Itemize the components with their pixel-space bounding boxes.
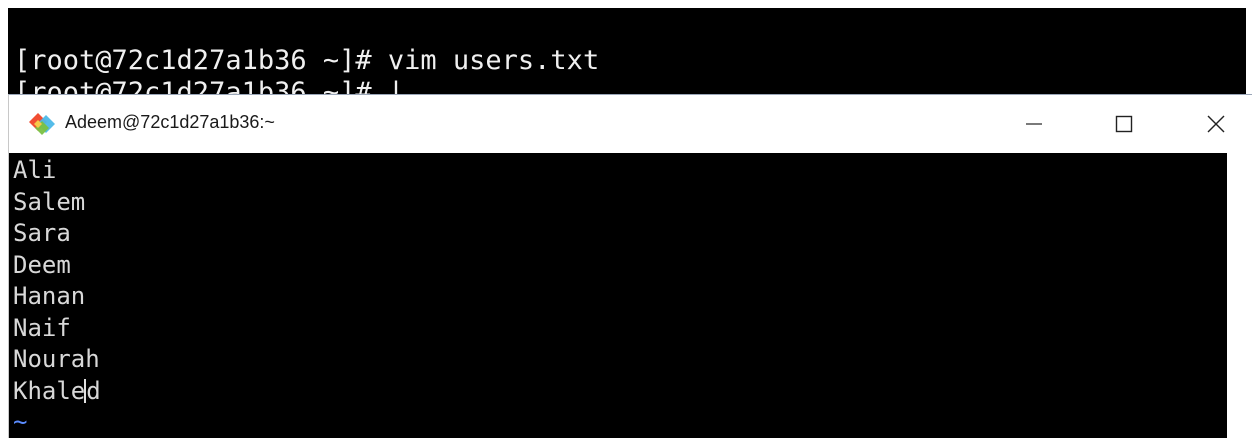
editor-line-suffix: d (86, 376, 101, 405)
editor-line-with-cursor: Khaled (13, 376, 101, 408)
empty-line-marker: ~ (13, 408, 28, 436)
terminal-window[interactable]: Adeem@72c1d27a1b36:~ Ali Salem Sara Deem… (8, 94, 1252, 438)
editor-line: Deem (13, 250, 71, 279)
editor-line: Nourah (13, 345, 100, 373)
git-bash-diamond-icon[interactable] (27, 111, 59, 137)
editor-line: Ali (13, 156, 57, 184)
close-icon (1207, 115, 1225, 133)
terminal-content[interactable]: Ali Salem Sara Deem Hanan Naif Nourah Kh… (9, 153, 1227, 438)
editor-line: Hanan (13, 282, 86, 310)
background-terminal[interactable]: [root@72c1d27a1b36 ~]# vim users.txt [ro… (8, 8, 1246, 94)
background-terminal-line: [root@72c1d27a1b36 ~]# | (14, 77, 405, 95)
editor-line: Salem (13, 187, 86, 216)
editor-lines: Ali Salem Sara Deem Hanan Naif Nourah Kh… (13, 155, 101, 438)
close-button[interactable] (1193, 101, 1239, 147)
maximize-button[interactable] (1101, 101, 1147, 147)
screen: [root@72c1d27a1b36 ~]# vim users.txt [ro… (0, 0, 1252, 438)
scrollbar-track[interactable] (1227, 153, 1252, 438)
window-title: Adeem@72c1d27a1b36:~ (65, 112, 275, 132)
editor-line: Naif (13, 313, 71, 342)
background-terminal-line: [root@72c1d27a1b36 ~]# vim users.txt (14, 45, 600, 76)
minimize-button[interactable] (1011, 101, 1057, 147)
editor-line-prefix: Khale (13, 376, 86, 405)
editor-line: Sara (13, 219, 71, 247)
title-bar[interactable]: Adeem@72c1d27a1b36:~ (9, 95, 1252, 153)
maximize-icon (1115, 115, 1133, 133)
minimize-icon (1026, 123, 1042, 125)
